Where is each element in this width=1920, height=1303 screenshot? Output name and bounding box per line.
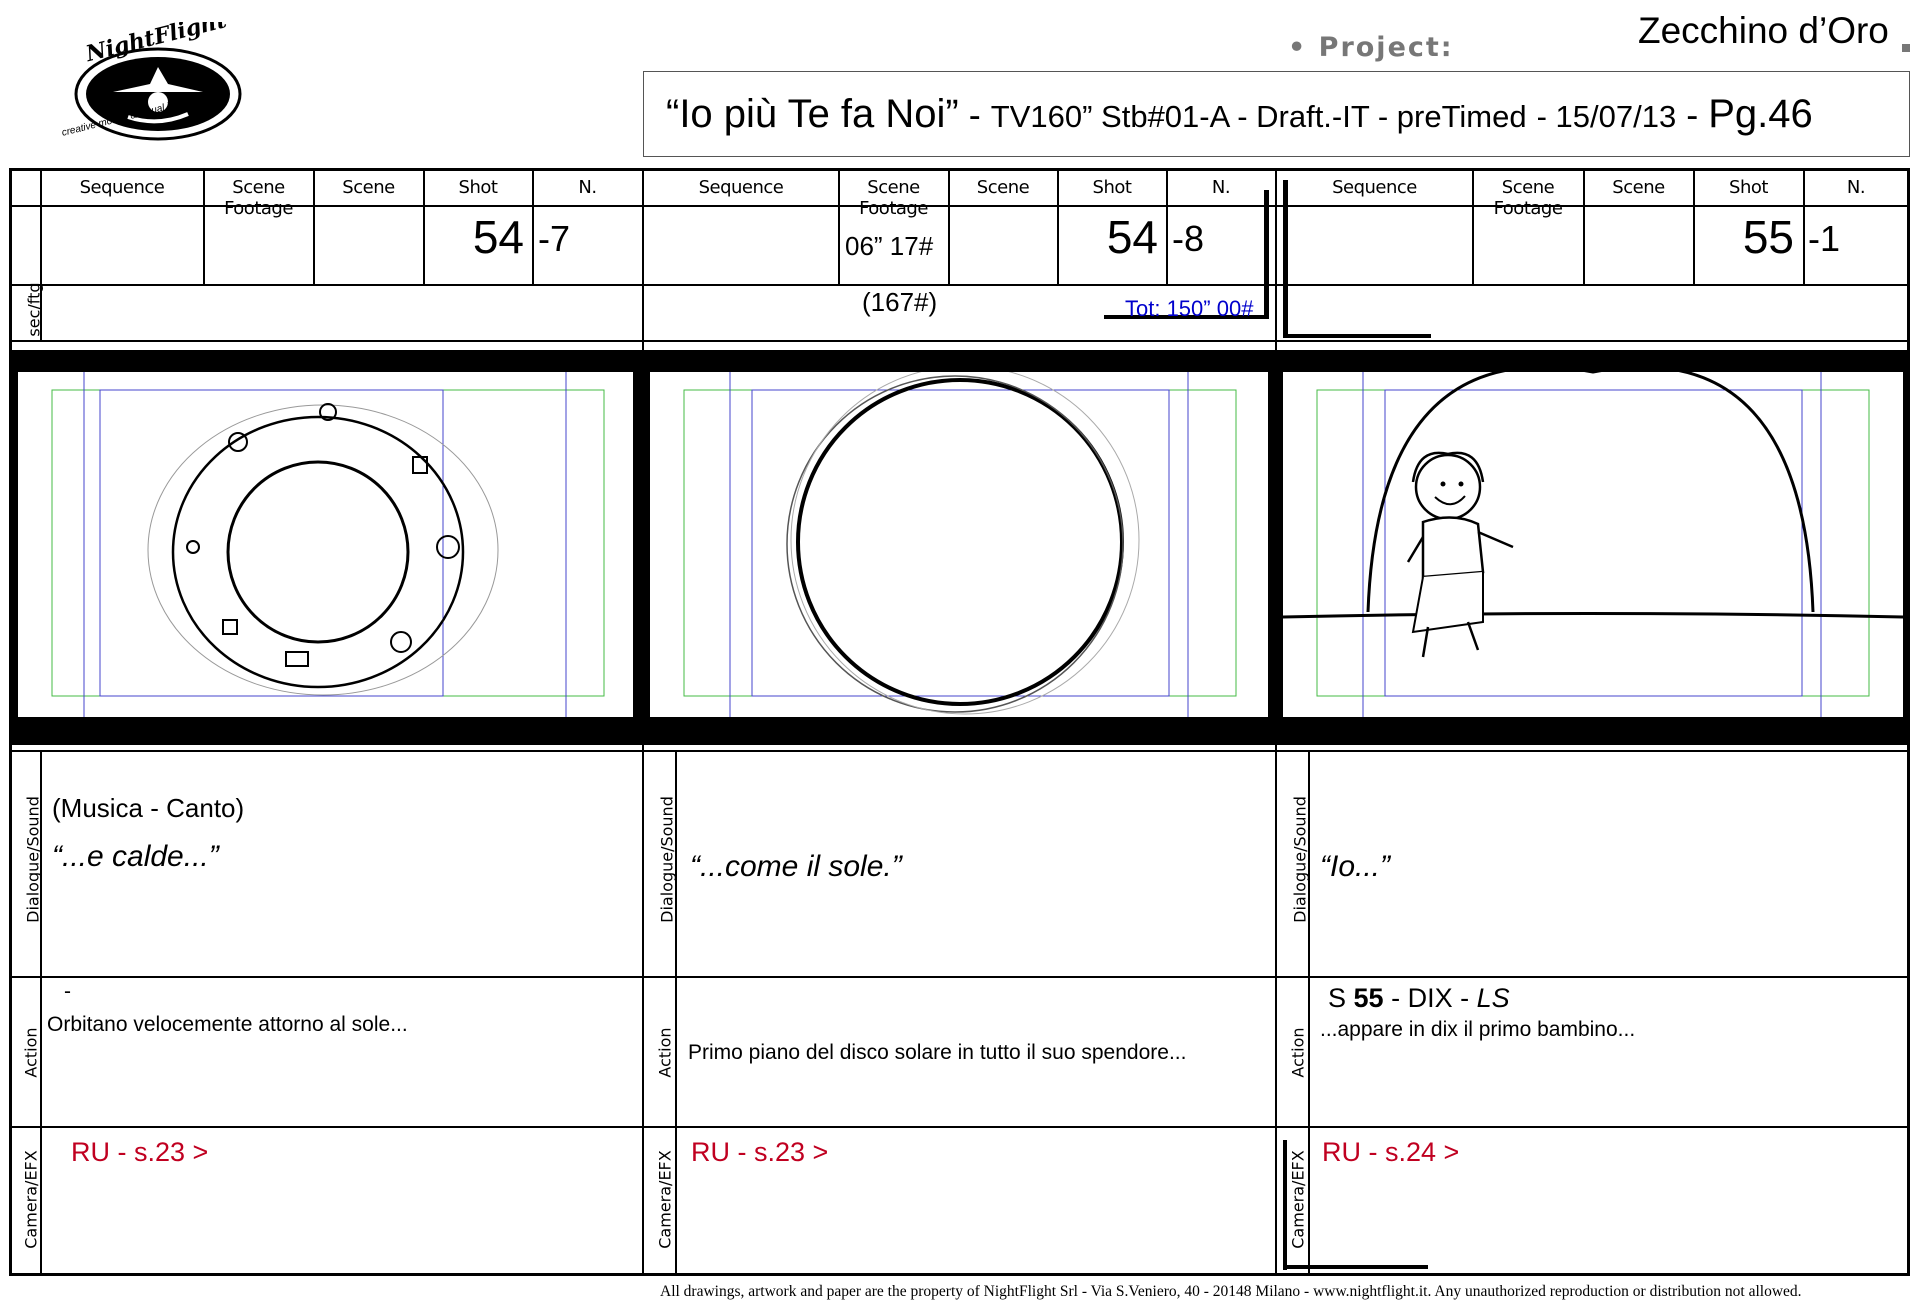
- action-description: ...appare in dix il primo bambino...: [1320, 1018, 1636, 1041]
- title-quote: “Io più Te fa Noi”: [666, 92, 959, 136]
- title-date: - 15/07/13: [1536, 99, 1677, 134]
- total-time: Tot: 150” 00#: [1125, 296, 1254, 321]
- camera-label: Camera/EFX: [655, 1150, 675, 1249]
- bracket-mark: [1283, 180, 1288, 338]
- camera-label: Camera/EFX: [1288, 1150, 1308, 1249]
- project-dot: [1902, 44, 1910, 52]
- action-shot-size: LS: [1476, 983, 1510, 1013]
- sequence-header: Sequence: [698, 177, 784, 198]
- shot-number: 55: [1742, 211, 1794, 263]
- action-shot-number: 55: [1353, 983, 1384, 1013]
- scene-header: Scene: [342, 177, 395, 198]
- page-number: Pg.46: [1708, 92, 1813, 136]
- dialogue-line: “Io...”: [1320, 850, 1391, 883]
- action-label: Action: [655, 1027, 675, 1078]
- dialogue-label: Dialogue/Sound: [1290, 796, 1310, 923]
- action-marker: -: [64, 980, 71, 1003]
- n-header: N.: [1211, 177, 1231, 198]
- frame-drawing-sun-disc: [683, 372, 1237, 717]
- camera-note: RU - s.23 >: [71, 1137, 209, 1167]
- scene-footage-value: 06” 17#: [845, 231, 934, 261]
- shot-header: Shot: [1092, 177, 1132, 198]
- shot-header: Shot: [458, 177, 498, 198]
- bracket-mark: [1283, 1265, 1428, 1269]
- divider: [12, 340, 1908, 342]
- camera-note: RU - s.23 >: [691, 1137, 829, 1167]
- action-transition: - DIX -: [1391, 983, 1470, 1013]
- title-sep: -: [968, 94, 981, 135]
- sec-ftg-label: sec/ftg: [24, 282, 44, 337]
- scene-header: Scene: [976, 177, 1030, 198]
- storyboard-frame: [644, 350, 1275, 745]
- scene-footage-header: Scene Footage: [859, 177, 928, 219]
- n-header: N.: [578, 177, 597, 198]
- frame-drawing-planets-orbit: [51, 372, 605, 717]
- dialogue-label: Dialogue/Sound: [23, 796, 43, 923]
- bracket-mark: [1264, 190, 1269, 318]
- frame-drawing-child-in-arch: [1283, 372, 1903, 717]
- divider: [12, 284, 1908, 286]
- action-label: Action: [1288, 1027, 1308, 1078]
- storyboard-frame: [12, 350, 642, 745]
- shot-sub-number: -8: [1172, 218, 1205, 259]
- storyboard-frame: [1277, 350, 1908, 745]
- scene-footage-header: Scene Footage: [224, 177, 293, 219]
- shot-number: 54: [472, 211, 524, 263]
- divider: [12, 750, 1908, 752]
- n-header: N.: [1846, 177, 1866, 198]
- shot-number: 54: [1106, 211, 1158, 263]
- action-label: Action: [21, 1027, 41, 1078]
- action-description: Primo piano del disco solare in tutto il…: [688, 1041, 1187, 1064]
- action-shot-prefix: S: [1328, 983, 1347, 1013]
- bracket-mark: [1283, 334, 1431, 338]
- bracket-mark: [1283, 1140, 1287, 1270]
- camera-label: Camera/EFX: [21, 1150, 41, 1249]
- sequence-header: Sequence: [1332, 177, 1417, 198]
- action-shot-ref: S 55 - DIX - LS: [1328, 983, 1510, 1014]
- project-label: • Project:: [1288, 32, 1454, 63]
- dialogue-note: (Musica - Canto): [52, 793, 245, 823]
- footage-frames: (167#): [862, 287, 938, 317]
- shot-header: Shot: [1729, 177, 1768, 198]
- scene-footage-header: Scene Footage: [1493, 177, 1563, 219]
- sequence-header: Sequence: [79, 177, 165, 198]
- camera-note: RU - s.24 >: [1322, 1137, 1460, 1167]
- title-sep: -: [1686, 94, 1699, 135]
- dialogue-line: “...come il sole.”: [690, 850, 902, 883]
- shot-sub-number: -7: [538, 218, 571, 259]
- divider: [12, 1126, 1908, 1128]
- dialogue-line: “...e calde...”: [52, 840, 219, 873]
- project-name: Zecchino d’Oro: [1638, 10, 1889, 51]
- scene-header: Scene: [1612, 177, 1665, 198]
- action-description: Orbitano velocemente attorno al sole...: [47, 1013, 408, 1036]
- dialogue-label: Dialogue/Sound: [657, 796, 677, 923]
- title-details: TV160” Stb#01-A - Draft.-IT - preTimed: [990, 99, 1527, 134]
- page-title: “Io più Te fa Noi” - TV160” Stb#01-A - D…: [666, 92, 1813, 137]
- divider: [12, 976, 1908, 978]
- copyright-footer: All drawings, artwork and paper are the …: [660, 1283, 1802, 1300]
- shot-sub-number: -1: [1808, 218, 1841, 259]
